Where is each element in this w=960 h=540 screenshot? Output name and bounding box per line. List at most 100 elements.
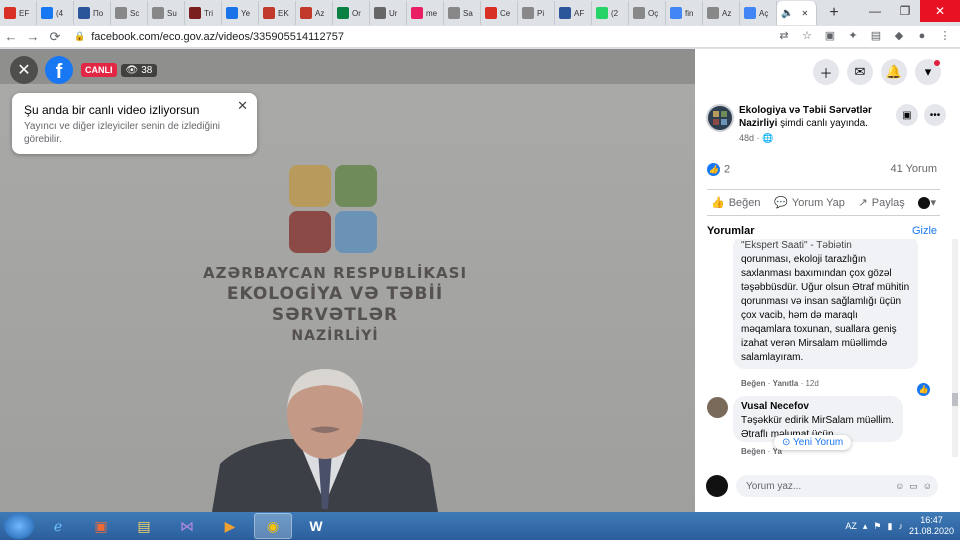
- network-icon[interactable]: ▮: [888, 521, 893, 532]
- extension-icon[interactable]: ▤: [869, 29, 883, 43]
- browser-tab[interactable]: (4: [37, 1, 74, 25]
- logo-leaf-tile: [335, 165, 377, 207]
- account-menu-icon[interactable]: ▾: [915, 59, 941, 85]
- url-field[interactable]: 🔒 facebook.com/eco.gov.az/videos/3359055…: [74, 31, 344, 43]
- scrollbar-thumb[interactable]: [952, 393, 958, 406]
- gif-icon[interactable]: ▭: [909, 481, 918, 492]
- comment-2-like[interactable]: Beğen: [741, 447, 765, 456]
- commenter-avatar[interactable]: [707, 397, 728, 418]
- logo-sun-tile: [289, 165, 331, 207]
- browser-tab[interactable]: Aç: [740, 1, 777, 25]
- likes-count: 2: [724, 163, 731, 176]
- browser-tab[interactable]: Az: [296, 1, 333, 25]
- forward-icon[interactable]: →: [22, 29, 44, 44]
- browser-tab[interactable]: Ce: [481, 1, 518, 25]
- browser-tab[interactable]: EK: [259, 1, 296, 25]
- my-avatar[interactable]: [706, 475, 728, 497]
- browser-tab[interactable]: Ye: [222, 1, 259, 25]
- pdf-extension-icon[interactable]: ▣: [823, 29, 837, 43]
- comment-placeholder[interactable]: Yorum yaz...: [746, 481, 801, 492]
- browser-tab[interactable]: AF: [555, 1, 592, 25]
- bookmark-star-icon[interactable]: ☆: [800, 29, 814, 43]
- tab-label: Tri: [204, 8, 214, 18]
- internet-explorer-icon[interactable]: ℯ: [39, 513, 77, 539]
- browser-tab[interactable]: По: [74, 1, 111, 25]
- chrome-icon[interactable]: ◉: [254, 513, 292, 539]
- new-tab-button[interactable]: +: [823, 2, 845, 24]
- clock-time: 16:47: [920, 515, 943, 525]
- browser-tab[interactable]: Or: [333, 1, 370, 25]
- media-app-icon[interactable]: ⋈: [168, 513, 206, 539]
- menu-kebab-icon[interactable]: ⋮: [938, 29, 952, 43]
- start-button[interactable]: [4, 513, 34, 539]
- browser-tab[interactable]: (2: [592, 1, 629, 25]
- language-indicator[interactable]: AZ: [845, 521, 857, 531]
- comment-input[interactable]: Yorum yaz... ☺ ▭ ☺: [736, 475, 938, 497]
- comment-1-like[interactable]: Beğen: [741, 379, 765, 388]
- tray-arrow-icon[interactable]: ▴: [863, 521, 868, 532]
- toast-close-icon[interactable]: ✕: [237, 98, 248, 114]
- browser-tab[interactable]: Ur: [370, 1, 407, 25]
- reload-icon[interactable]: ⟳: [44, 29, 66, 45]
- video-player-icon[interactable]: ▶: [211, 513, 249, 539]
- sticker-icon[interactable]: ☺: [923, 481, 932, 492]
- emoji-icon[interactable]: ☺: [895, 481, 904, 492]
- volume-icon[interactable]: ♪: [898, 521, 903, 531]
- browser-tab[interactable]: Sc: [111, 1, 148, 25]
- minimize-button[interactable]: —: [860, 0, 890, 22]
- new-comment-pill[interactable]: ⊙ Yeni Yorum: [774, 435, 852, 450]
- new-comment-label: Yeni Yorum: [793, 437, 844, 448]
- share-button[interactable]: ↗ Paylaş: [859, 196, 905, 210]
- tab-close-icon[interactable]: ✕: [801, 9, 808, 18]
- comment-1-reply[interactable]: Yanıtla: [773, 379, 799, 388]
- browser-tab[interactable]: Tri: [185, 1, 222, 25]
- browser-tab[interactable]: EF: [0, 1, 37, 25]
- clock[interactable]: 16:47 21.08.2020: [909, 515, 954, 537]
- comments-list[interactable]: "Ekspert Saati" - Təbiətin qorunması, ek…: [707, 239, 940, 457]
- facebook-logo-icon[interactable]: f: [45, 56, 73, 84]
- translate-icon[interactable]: ⇄: [777, 29, 791, 43]
- post-time[interactable]: 48d: [739, 133, 754, 143]
- url-text[interactable]: facebook.com/eco.gov.az/videos/335905514…: [91, 31, 344, 43]
- thumbs-up-icon: 👍: [711, 197, 725, 209]
- browser-tab-strip: EF (4 По Sc Su Tri Ye EK Az Or Ur me Sa Ce Pi AF (2 Oç fin…: [0, 0, 960, 26]
- save-post-icon[interactable]: ▣: [896, 104, 918, 126]
- browser-tab[interactable]: Pi: [518, 1, 555, 25]
- page-avatar[interactable]: [706, 104, 734, 132]
- powerpoint-icon[interactable]: ▣: [82, 513, 120, 539]
- back-icon[interactable]: ←: [0, 29, 22, 44]
- active-tab[interactable]: 🔈 ✕: [777, 1, 817, 25]
- close-window-button[interactable]: ✕: [920, 0, 960, 22]
- browser-tab[interactable]: me: [407, 1, 444, 25]
- hide-comments-link[interactable]: Gizle: [912, 225, 937, 237]
- more-options-icon[interactable]: •••: [924, 104, 946, 126]
- browser-tab[interactable]: Sa: [444, 1, 481, 25]
- browser-tab[interactable]: Su: [148, 1, 185, 25]
- browser-tab[interactable]: Oç: [629, 1, 666, 25]
- comments-count[interactable]: 41 Yorum: [891, 163, 937, 176]
- likes-summary[interactable]: 👍 2: [707, 163, 730, 176]
- comment-2-author[interactable]: Vusal Necefov: [741, 400, 895, 414]
- comment-1-time[interactable]: 12d: [805, 379, 818, 388]
- word-icon[interactable]: W: [297, 513, 335, 539]
- maximize-button[interactable]: ❐: [890, 0, 920, 22]
- notifications-bell-icon[interactable]: 🔔: [881, 59, 907, 85]
- comment-button[interactable]: 💬 Yorum Yap: [774, 196, 845, 210]
- share-as-selector[interactable]: ▾: [918, 196, 936, 209]
- close-video-icon[interactable]: ✕: [10, 56, 38, 84]
- profile-icon[interactable]: ●: [915, 29, 929, 43]
- toast-title: Şu anda bir canlı video izliyorsun: [24, 103, 200, 117]
- page-buttons: ▣ •••: [896, 104, 946, 126]
- like-button[interactable]: 👍 Beğen: [711, 196, 761, 210]
- browser-tab[interactable]: fin: [666, 1, 703, 25]
- tab-favicon-icon: [337, 7, 349, 19]
- extensions-puzzle-icon[interactable]: ✦: [846, 29, 860, 43]
- ministry-logo: [289, 165, 379, 255]
- messenger-icon[interactable]: ✉: [847, 59, 873, 85]
- comments-scrollbar[interactable]: [952, 239, 958, 457]
- extension-icon-2[interactable]: ◆: [892, 29, 906, 43]
- browser-tab[interactable]: Az: [703, 1, 740, 25]
- create-plus-icon[interactable]: ＋: [813, 59, 839, 85]
- file-explorer-icon[interactable]: ▤: [125, 513, 163, 539]
- flag-icon[interactable]: ⚑: [873, 521, 881, 532]
